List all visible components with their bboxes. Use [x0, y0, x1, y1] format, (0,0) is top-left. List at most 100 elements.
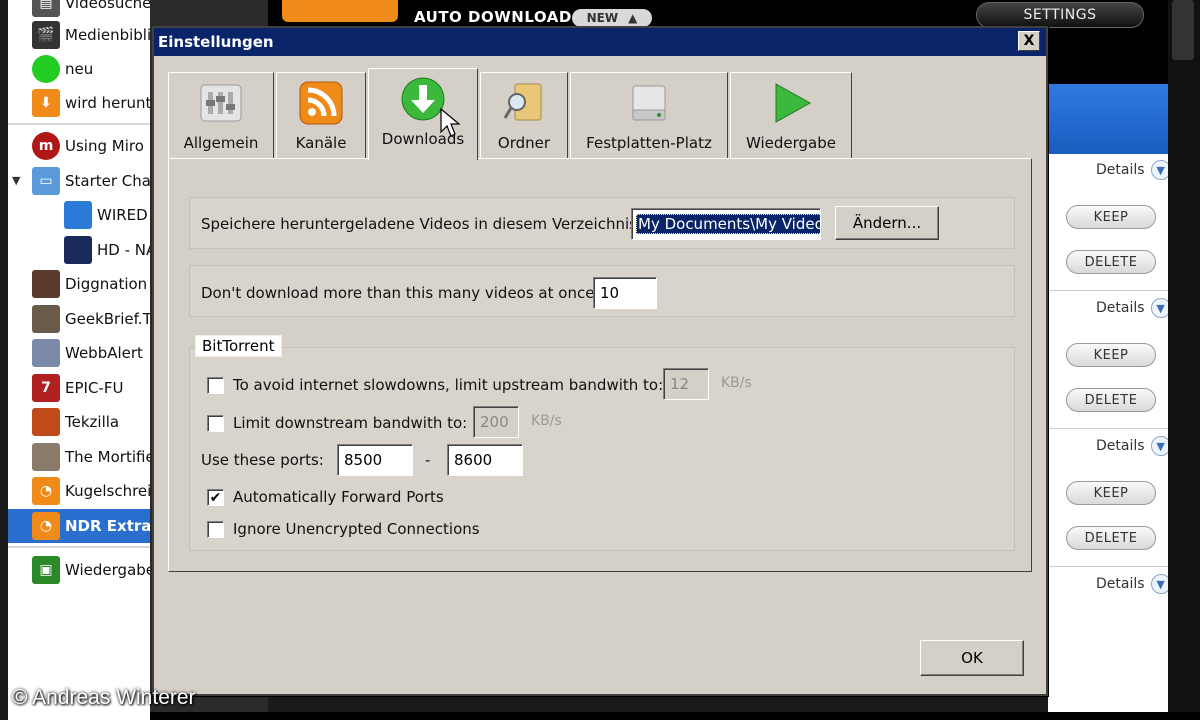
sidebar-item-medienbibliothek[interactable]: 🎬 Medienbiblio	[8, 18, 150, 52]
sidebar-item-label: wird herunte	[65, 94, 150, 112]
tab-label: Allgemein	[183, 134, 259, 152]
chevron-up-icon: ▲	[628, 11, 638, 25]
keep-button[interactable]: KEEP	[1066, 343, 1156, 367]
close-button[interactable]: X	[1018, 31, 1040, 51]
details-label: Details	[1096, 300, 1145, 316]
folder-search-icon	[501, 80, 547, 126]
rss-icon	[298, 80, 344, 126]
sidebar-item-epic-fu[interactable]: 7 EPIC-FU	[8, 371, 150, 405]
port-to-input[interactable]: 8600	[447, 444, 523, 476]
new-dropdown-label: NEW	[586, 11, 619, 25]
tab-label: Kanäle	[295, 134, 347, 152]
tab-festplatten-platz[interactable]: Festplatten-Platz	[570, 72, 728, 158]
details-toggle[interactable]: Details ▼	[1096, 160, 1171, 180]
auto-download-label: AUTO DOWNLOAD	[414, 8, 572, 26]
settings-button[interactable]: SETTINGS	[976, 2, 1144, 28]
sidebar-item-label: Medienbiblio	[65, 26, 150, 44]
webbalert-thumbnail-icon	[32, 339, 60, 367]
hd-thumbnail-icon	[64, 236, 92, 264]
details-label: Details	[1096, 576, 1145, 592]
sidebar-item-ndr-extra[interactable]: ◔ NDR Extra	[8, 509, 150, 543]
sidebar: ▤ Videosuche 🎬 Medienbiblio neu ⬇ wird h…	[8, 0, 150, 720]
sidebar-item-label: NDR Extra	[65, 517, 150, 535]
change-directory-button[interactable]: Ändern...	[835, 206, 939, 240]
keep-button[interactable]: KEEP	[1066, 481, 1156, 505]
rss-icon: ◔	[32, 477, 60, 505]
upstream-limit-checkbox[interactable]	[207, 377, 224, 394]
sidebar-item-wird-heruntergeladen[interactable]: ⬇ wird herunte	[8, 86, 150, 120]
geekbrief-thumbnail-icon	[32, 305, 60, 333]
upstream-limit-label: To avoid internet slowdowns, limit upstr…	[233, 376, 664, 394]
delete-button[interactable]: DELETE	[1066, 250, 1156, 274]
bottom-bar	[150, 712, 1200, 720]
dialog-title: Einstellungen	[158, 33, 274, 51]
settings-dialog: Einstellungen X Allgemein Kanäle Downloa…	[152, 26, 1048, 696]
sidebar-item-label: Wiedergabe	[65, 561, 150, 579]
keep-button[interactable]: KEEP	[1066, 205, 1156, 229]
sidebar-item-diggnation[interactable]: Diggnation	[8, 267, 150, 301]
details-toggle[interactable]: Details ▼	[1096, 436, 1171, 456]
details-label: Details	[1096, 162, 1145, 178]
sidebar-item-label: HD - NA	[97, 241, 150, 259]
upstream-limit-input[interactable]: 12	[663, 368, 709, 400]
tekzilla-thumbnail-icon	[32, 408, 60, 436]
upstream-unit: KB/s	[721, 375, 752, 391]
diggnation-thumbnail-icon	[32, 270, 60, 298]
sidebar-item-geekbrief[interactable]: GeekBrief.T	[8, 302, 150, 336]
sidebar-item-neu[interactable]: neu	[8, 52, 150, 86]
sliders-icon	[198, 80, 244, 126]
forward-ports-label: Automatically Forward Ports	[233, 488, 444, 506]
tab-label: Ordner	[497, 134, 551, 152]
delete-button[interactable]: DELETE	[1066, 526, 1156, 550]
sidebar-item-webbalert[interactable]: WebbAlert	[8, 336, 150, 370]
item-list-header	[1048, 84, 1168, 154]
directory-label: Speichere heruntergeladene Videos in die…	[201, 215, 642, 233]
downstream-unit: KB/s	[531, 413, 562, 429]
scrollbar[interactable]	[1168, 0, 1200, 720]
rss-icon: ◔	[32, 512, 60, 540]
clapper-icon: 🎬	[32, 21, 60, 49]
ignore-unencrypted-checkbox[interactable]	[207, 521, 224, 538]
sidebar-item-using-miro[interactable]: m Using Miro	[8, 129, 150, 163]
download-icon: ⬇	[32, 89, 60, 117]
checkmark-icon: ✔	[209, 489, 222, 506]
sidebar-item-label: WebbAlert	[65, 344, 143, 362]
tab-label: Festplatten-Platz	[586, 134, 712, 152]
dialog-titlebar[interactable]: Einstellungen X	[154, 28, 1046, 56]
miro-icon: m	[32, 132, 60, 160]
forward-ports-checkbox[interactable]: ✔	[207, 489, 224, 506]
delete-button[interactable]: DELETE	[1066, 388, 1156, 412]
item-divider	[1048, 290, 1168, 291]
tab-kanaele[interactable]: Kanäle	[276, 72, 366, 158]
sidebar-item-starter-channels[interactable]: ▭ Starter Cha	[8, 164, 150, 198]
sidebar-item-tekzilla[interactable]: Tekzilla	[8, 405, 150, 439]
downstream-limit-checkbox[interactable]	[207, 415, 224, 432]
port-from-input[interactable]: 8500	[337, 444, 413, 476]
ignore-unencrypted-label: Ignore Unencrypted Connections	[233, 520, 480, 538]
sidebar-item-label: WIRED	[97, 206, 148, 224]
details-toggle[interactable]: Details ▼	[1096, 298, 1171, 318]
tab-allgemein[interactable]: Allgemein	[168, 72, 274, 158]
directory-field[interactable]: My Documents\My Video	[631, 208, 821, 240]
tab-ordner[interactable]: Ordner	[480, 72, 568, 158]
ports-label: Use these ports:	[201, 451, 324, 469]
ok-button[interactable]: OK	[920, 640, 1024, 676]
sidebar-divider	[8, 123, 150, 125]
sidebar-item-the-mortified[interactable]: The Mortifie	[8, 440, 150, 474]
sidebar-item-kugelschreiber[interactable]: ◔ Kugelschreib	[8, 474, 150, 508]
rss-icon	[282, 0, 398, 22]
sidebar-item-hd-nasa[interactable]: HD - NA	[8, 233, 150, 267]
sidebar-item-wired[interactable]: WIRED	[8, 198, 150, 232]
scrollbar-thumb[interactable]	[1172, 0, 1194, 60]
sidebar-item-videosuche[interactable]: ▤ Videosuche	[8, 0, 150, 20]
tab-downloads[interactable]: Downloads	[368, 68, 478, 160]
tab-wiedergabe[interactable]: Wiedergabe	[730, 72, 852, 158]
details-toggle[interactable]: Details ▼	[1096, 574, 1171, 594]
max-downloads-input[interactable]: 10	[593, 277, 657, 309]
hard-drive-icon	[626, 80, 672, 126]
sidebar-item-label: Diggnation	[65, 275, 148, 293]
new-dropdown[interactable]: NEW ▲	[572, 9, 652, 27]
sidebar-item-wiedergabe[interactable]: ▣ Wiedergabe	[8, 553, 150, 587]
item-divider	[1048, 566, 1168, 567]
downstream-limit-input[interactable]: 200	[473, 406, 519, 438]
